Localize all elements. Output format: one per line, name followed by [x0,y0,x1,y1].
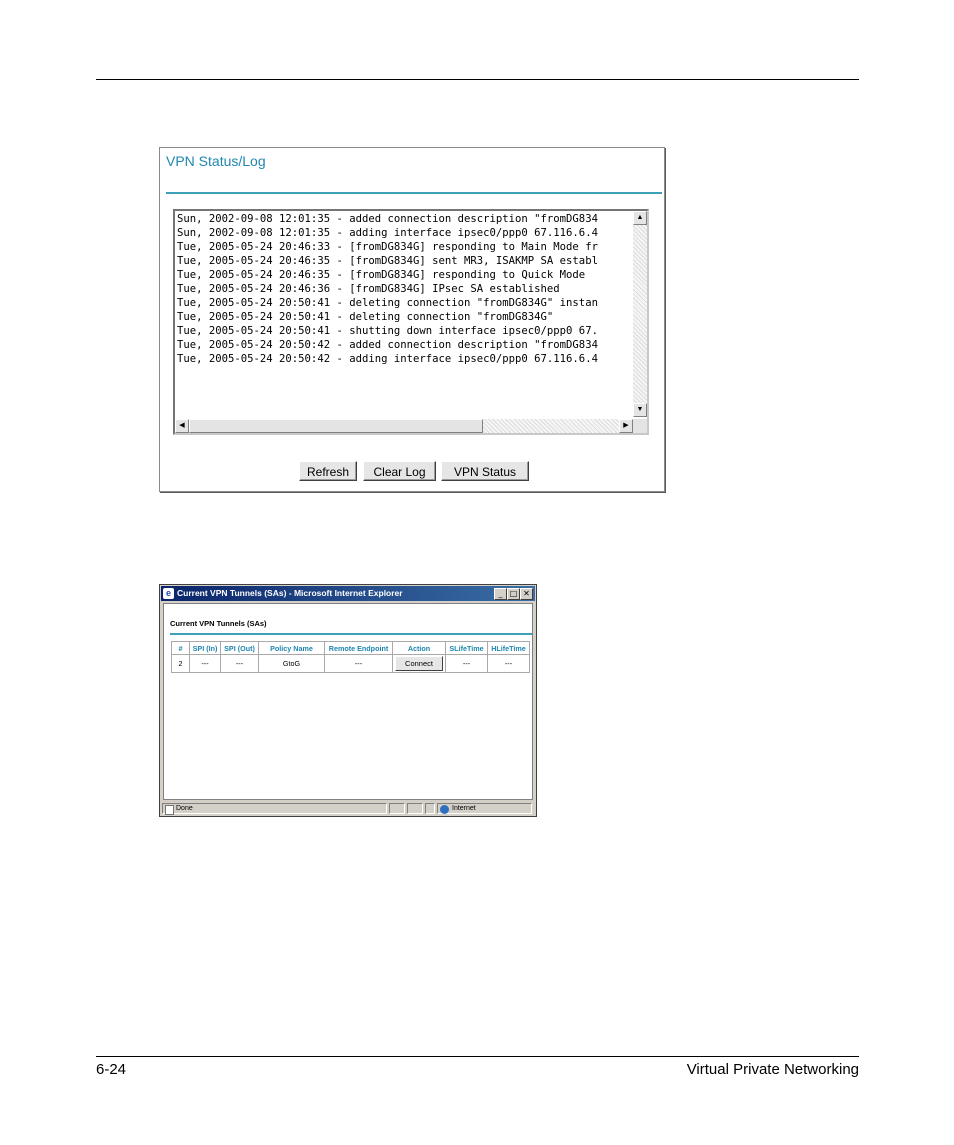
log-line: Tue, 2005-05-24 20:50:41 - deleting conn… [177,311,554,323]
log-line: Tue, 2005-05-24 20:50:42 - adding interf… [177,353,598,365]
column-header: Action [392,641,446,655]
table-header-row: # SPI (In) SPI (Out) Policy Name Remote … [171,641,530,655]
cell-num: 2 [171,654,190,673]
status-segment [425,803,435,814]
globe-icon [440,805,449,814]
footer-rule [96,1056,859,1057]
ie-titlebar[interactable]: e Current VPN Tunnels (SAs) - Microsoft … [161,586,535,601]
cell-policy-name: GtoG [258,654,325,673]
log-line: Tue, 2005-05-24 20:46:35 - [fromDG834G] … [177,255,598,267]
log-lines: Sun, 2002-09-08 12:01:35 - added connect… [177,212,635,416]
column-header: # [171,641,190,655]
log-line: Sun, 2002-09-08 12:01:35 - added connect… [177,213,598,225]
horizontal-scrollbar[interactable]: ◀ ▶ [175,419,633,433]
status-zone-text: Internet [452,805,476,812]
status-zone-segment: Internet [437,803,532,814]
tunnels-heading: Current VPN Tunnels (SAs) [170,619,267,628]
log-line: Tue, 2005-05-24 20:46:35 - [fromDG834G] … [177,269,586,281]
log-textarea[interactable]: Sun, 2002-09-08 12:01:35 - added connect… [173,209,649,435]
status-segment [389,803,405,814]
cell-action: Connect [392,654,446,673]
log-line: Tue, 2005-05-24 20:50:42 - added connect… [177,339,598,351]
horizontal-scroll-thumb[interactable] [189,419,483,433]
status-text: Done [176,805,193,812]
ie-content-area: Current VPN Tunnels (SAs) # SPI (In) SPI… [163,603,533,800]
cell-hlifetime: --- [487,654,530,673]
column-header: SPI (In) [189,641,221,655]
cell-remote-endpoint: --- [324,654,393,673]
close-icon[interactable]: ✕ [520,588,533,600]
vertical-scrollbar[interactable]: ▲ ▼ [633,211,647,417]
log-line: Tue, 2005-05-24 20:50:41 - shutting down… [177,325,598,337]
log-line: Tue, 2005-05-24 20:46:33 - [fromDG834G] … [177,241,598,253]
header-rule [96,79,859,80]
scroll-corner [633,419,647,433]
refresh-button[interactable]: Refresh [299,461,357,481]
column-header: HLifeTime [487,641,530,655]
cell-spi-in: --- [189,654,221,673]
log-line: Tue, 2005-05-24 20:46:36 - [fromDG834G] … [177,283,560,295]
maximize-icon[interactable]: □ [507,588,520,600]
column-header: SPI (Out) [220,641,259,655]
cell-slifetime: --- [445,654,488,673]
section-title: Virtual Private Networking [686,1061,859,1078]
status-main-segment: Done [162,803,387,815]
title-divider [166,192,662,194]
minimize-icon[interactable]: _ [494,588,507,600]
column-header: Policy Name [258,641,325,655]
ie-logo-icon: e [163,588,174,599]
ie-status-bar: Done Internet [162,802,534,815]
scroll-up-icon[interactable]: ▲ [633,211,647,225]
log-line: Sun, 2002-09-08 12:01:35 - adding interf… [177,227,598,239]
cell-spi-out: --- [220,654,259,673]
vpn-status-log-panel: VPN Status/Log Sun, 2002-09-08 12:01:35 … [159,147,665,492]
column-header: SLifeTime [445,641,488,655]
page-icon [165,805,174,815]
scroll-down-icon[interactable]: ▼ [633,403,647,417]
ie-window: e Current VPN Tunnels (SAs) - Microsoft … [159,584,537,817]
connect-button[interactable]: Connect [395,656,443,671]
tunnels-table: # SPI (In) SPI (Out) Policy Name Remote … [171,641,530,673]
clear-log-button[interactable]: Clear Log [363,461,436,481]
scroll-right-icon[interactable]: ▶ [619,419,633,433]
tunnels-divider [170,633,532,635]
status-segment [407,803,423,814]
vpn-status-button[interactable]: VPN Status [441,461,529,481]
ie-window-title: Current VPN Tunnels (SAs) - Microsoft In… [177,588,403,598]
log-line: Tue, 2005-05-24 20:50:41 - deleting conn… [177,297,598,309]
table-row: 2 --- --- GtoG --- Connect --- --- [171,654,530,673]
column-header: Remote Endpoint [324,641,393,655]
vpn-log-title: VPN Status/Log [166,153,266,169]
page-number: 6-24 [96,1061,127,1078]
scroll-left-icon[interactable]: ◀ [175,419,189,433]
